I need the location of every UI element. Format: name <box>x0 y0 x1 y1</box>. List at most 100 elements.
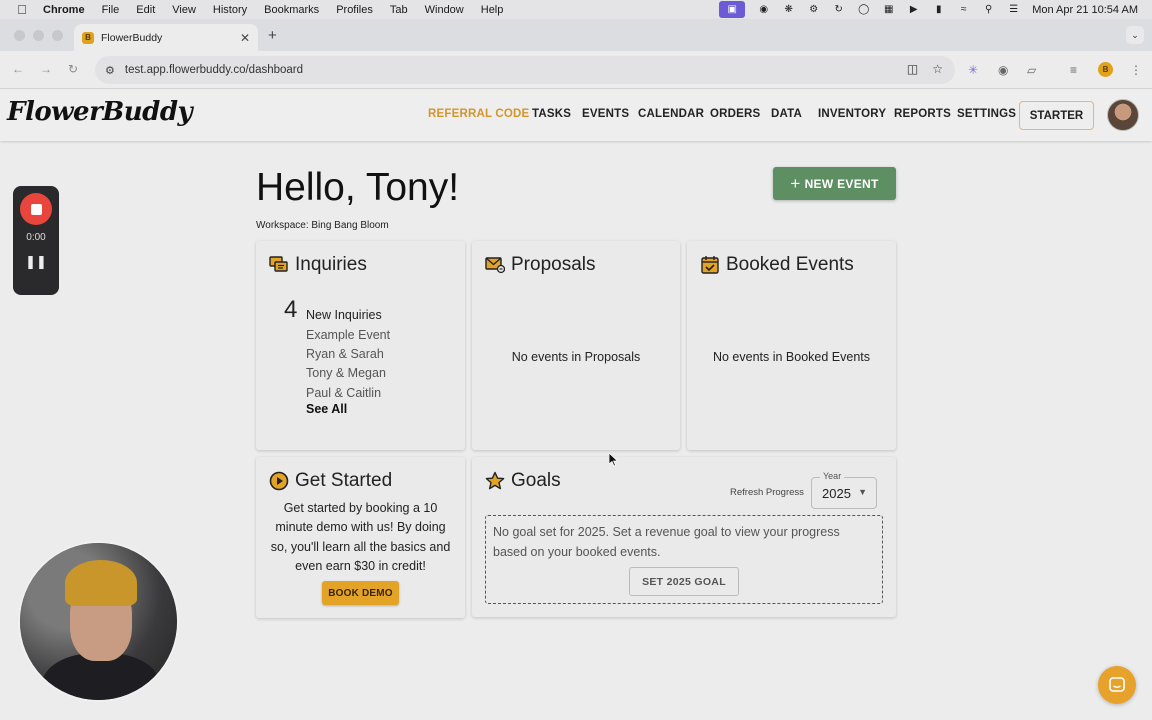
app-header: FlowerBuddy REFERRAL CODE TASKS EVENTS C… <box>0 89 1152 141</box>
proposals-title-text: Proposals <box>511 254 596 275</box>
flowerbuddy-logo[interactable]: FlowerBuddy <box>7 97 193 127</box>
window-manager-tray-icon[interactable]: ▦ <box>882 4 895 15</box>
nav-reports[interactable]: REPORTS <box>894 108 951 120</box>
extension-sparkle-icon[interactable]: ✳ <box>968 63 978 77</box>
list-item[interactable]: Tony & Megan <box>306 366 390 385</box>
plus-icon: + <box>790 173 801 193</box>
nav-events[interactable]: EVENTS <box>582 108 629 120</box>
nav-data[interactable]: DATA <box>771 108 802 120</box>
book-demo-button[interactable]: BOOK DEMO <box>322 581 399 605</box>
spotlight-search-icon[interactable]: ⚲ <box>982 4 995 15</box>
forward-arrow-icon[interactable]: → <box>40 62 52 76</box>
menu-edit[interactable]: Edit <box>136 4 155 16</box>
assistant-tray-icon[interactable]: ◉ <box>757 4 770 15</box>
extensions-puzzle-icon[interactable]: ▱ <box>1027 63 1036 77</box>
apple-menu-icon[interactable]:  <box>15 2 29 17</box>
booked-events-title-text: Booked Events <box>726 254 854 275</box>
menu-view[interactable]: View <box>172 4 196 16</box>
tab-search-chevron-icon[interactable]: ⌄ <box>1126 26 1144 44</box>
starter-plan-button[interactable]: STARTER <box>1019 101 1094 130</box>
new-event-label: NEW EVENT <box>804 176 879 191</box>
year-select-label: Year <box>820 471 845 481</box>
star-icon <box>485 471 505 491</box>
booked-events-empty-message: No events in Booked Events <box>712 350 871 364</box>
site-info-icon[interactable]: ⚙ <box>105 64 115 77</box>
booked-events-card: Booked Events No events in Booked Events <box>687 241 896 450</box>
goals-title: Goals <box>485 470 561 492</box>
pause-icon[interactable]: ❚❚ <box>13 254 59 270</box>
inquiries-title[interactable]: Inquiries <box>269 254 367 276</box>
control-center-icon[interactable]: ☰ <box>1007 4 1020 15</box>
calendar-check-icon <box>700 255 720 275</box>
flowerbuddy-extension-icon[interactable]: B <box>1098 62 1113 77</box>
settings-gear-tray-icon[interactable]: ⚙ <box>807 4 820 15</box>
wifi-icon[interactable]: ≈ <box>957 4 970 15</box>
nav-referral-code[interactable]: REFERRAL CODE <box>428 108 529 120</box>
reading-list-icon[interactable]: ≡ <box>1070 63 1077 77</box>
goal-empty-message: No goal set for 2025. Set a revenue goal… <box>493 525 840 559</box>
menu-app-name[interactable]: Chrome <box>43 4 85 16</box>
menu-help[interactable]: Help <box>481 4 504 16</box>
bookmark-star-icon[interactable]: ☆ <box>932 62 943 76</box>
see-all-link[interactable]: See All <box>306 402 347 416</box>
nav-orders[interactable]: ORDERS <box>710 108 760 120</box>
nav-calendar[interactable]: CALENDAR <box>638 108 704 120</box>
webcam-person-beanie <box>65 560 137 606</box>
refresh-progress-link[interactable]: Refresh Progress <box>730 487 804 498</box>
close-tab-icon[interactable]: ✕ <box>240 31 250 45</box>
mouse-cursor-icon <box>609 453 619 467</box>
browser-tab-flowerbuddy[interactable]: B FlowerBuddy ✕ <box>74 24 258 51</box>
list-item[interactable]: Ryan & Sarah <box>306 347 390 366</box>
inquiries-list: Example Event Ryan & Sarah Tony & Megan … <box>306 328 390 405</box>
booked-events-title[interactable]: Booked Events <box>700 254 854 276</box>
close-window-button[interactable] <box>14 30 25 41</box>
menu-file[interactable]: File <box>102 4 120 16</box>
reload-icon[interactable]: ↻ <box>68 62 78 76</box>
page-greeting: Hello, Tony! <box>256 166 460 209</box>
menu-window[interactable]: Window <box>425 4 464 16</box>
nav-settings[interactable]: SETTINGS <box>957 108 1016 120</box>
address-bar[interactable]: ⚙ test.app.flowerbuddy.co/dashboard ◫ ☆ <box>95 56 955 84</box>
recording-timer: 0:00 <box>26 232 46 243</box>
get-started-card: Get Started Get started by booking a 10 … <box>256 457 465 618</box>
install-app-icon[interactable]: ◫ <box>907 62 918 76</box>
screen-recorder-tray-icon[interactable]: ▣ <box>719 1 746 18</box>
chat-bubbles-icon <box>269 255 289 275</box>
window-controls <box>14 30 63 41</box>
chrome-menu-icon[interactable]: ⋮ <box>1130 63 1142 77</box>
flowerbuddy-favicon-icon: B <box>82 31 94 44</box>
chatgpt-tray-icon[interactable]: ❋ <box>782 4 795 15</box>
menu-bar-clock[interactable]: Mon Apr 21 10:54 AM <box>1032 4 1138 16</box>
stop-recording-button[interactable] <box>20 193 52 225</box>
stop-icon <box>30 203 42 215</box>
menu-history[interactable]: History <box>213 4 247 16</box>
nav-inventory[interactable]: INVENTORY <box>818 108 886 120</box>
year-select[interactable]: Year 2025 ▼ <box>811 471 877 509</box>
menu-profiles[interactable]: Profiles <box>336 4 373 16</box>
goals-title-text: Goals <box>511 470 561 491</box>
password-manager-tray-icon[interactable]: ◯ <box>857 4 870 15</box>
back-arrow-icon[interactable]: ← <box>12 62 24 76</box>
sync-tray-icon[interactable]: ↻ <box>832 4 845 15</box>
menu-tab[interactable]: Tab <box>390 4 408 16</box>
nav-tasks[interactable]: TASKS <box>532 108 571 120</box>
set-goal-button[interactable]: SET 2025 GOAL <box>629 567 739 596</box>
chat-icon <box>1109 677 1125 692</box>
browser-toolbar: ← → ↻ ⚙ test.app.flowerbuddy.co/dashboar… <box>0 51 1152 89</box>
maximize-window-button[interactable] <box>52 30 63 41</box>
new-inquiries-label: New Inquiries <box>306 308 382 322</box>
goals-card: Goals Refresh Progress Year 2025 ▼ No go… <box>472 457 896 617</box>
proposals-title[interactable]: Proposals <box>485 254 596 276</box>
support-chat-button[interactable] <box>1098 666 1136 704</box>
user-avatar[interactable] <box>1107 99 1139 131</box>
extension-circle-icon[interactable]: ◉ <box>998 63 1008 77</box>
minimize-window-button[interactable] <box>33 30 44 41</box>
menu-bookmarks[interactable]: Bookmarks <box>264 4 319 16</box>
play-tray-icon[interactable]: ▶ <box>907 4 920 15</box>
battery-icon[interactable]: ▮ <box>932 4 945 15</box>
get-started-description: Get started by booking a 10 minute demo … <box>270 501 451 573</box>
proposals-card: Proposals No events in Proposals <box>472 241 680 450</box>
new-tab-icon[interactable]: + <box>268 27 277 44</box>
list-item[interactable]: Example Event <box>306 328 390 347</box>
new-event-button[interactable]: + NEW EVENT <box>773 167 896 200</box>
